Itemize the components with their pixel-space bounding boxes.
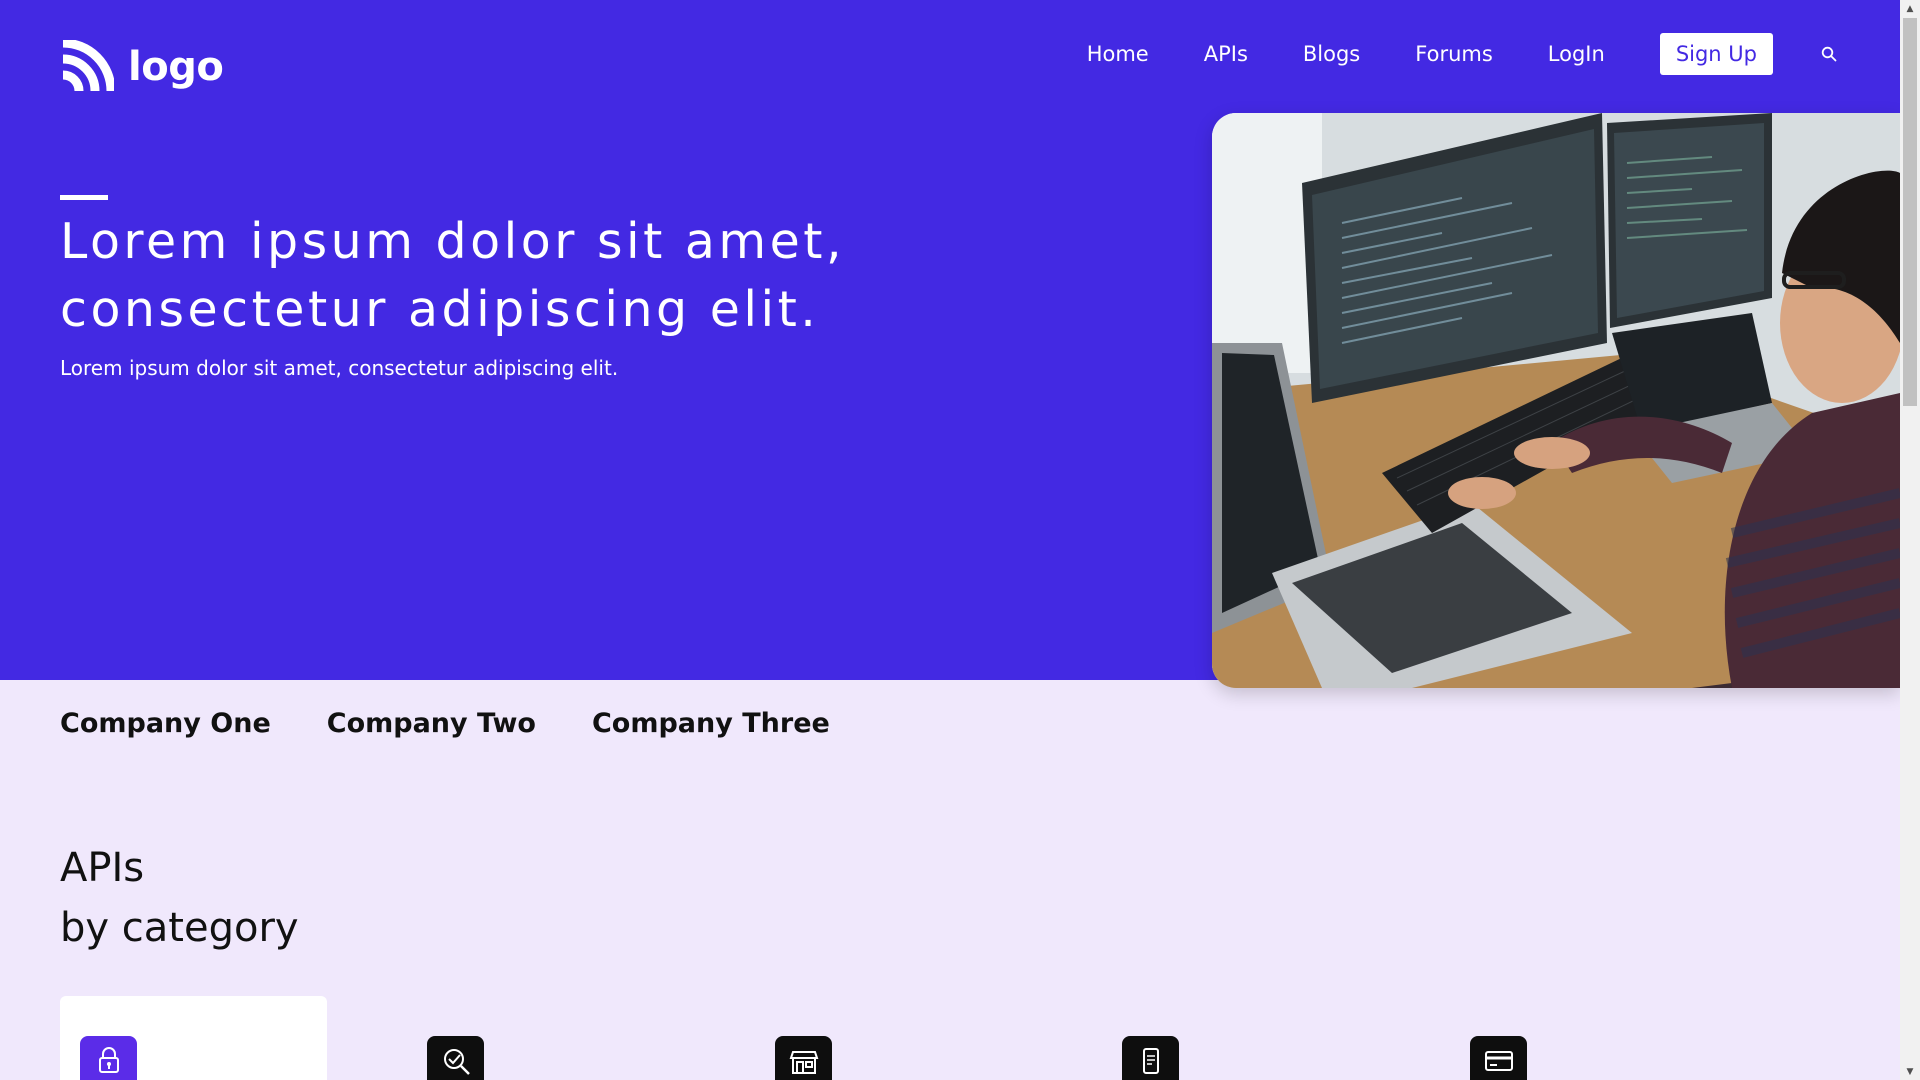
store-icon[interactable]	[775, 1036, 832, 1080]
company-one: Company One	[60, 708, 271, 739]
hero-title: Lorem ipsum dolor sit amet, consectetur …	[60, 208, 1060, 344]
apis-by-category-title: APIs by category	[60, 838, 299, 958]
lock-icon[interactable]	[80, 1036, 137, 1080]
hero-title-line-2: consectetur adipiscing elit.	[60, 281, 820, 338]
mobile-document-icon[interactable]	[1122, 1036, 1179, 1080]
nav-home[interactable]: Home	[1087, 42, 1149, 66]
scroll-up-arrow-icon[interactable]: ▲	[1900, 0, 1920, 17]
hero-photo-developer-at-computers	[1212, 113, 1900, 688]
page: logo Home APIs Blogs Forums LogIn Sign U…	[0, 0, 1920, 1080]
section-title-line-1: APIs	[60, 845, 145, 891]
logo-icon	[60, 40, 114, 94]
category-cards	[60, 996, 1920, 1080]
credit-card-icon[interactable]	[1470, 1036, 1527, 1080]
search-check-icon[interactable]	[427, 1036, 484, 1080]
company-two: Company Two	[326, 708, 536, 739]
logo[interactable]: logo	[60, 40, 224, 94]
logo-text: logo	[128, 44, 224, 90]
nav-blogs[interactable]: Blogs	[1303, 42, 1360, 66]
signup-button[interactable]: Sign Up	[1659, 33, 1773, 75]
main-nav: Home APIs Blogs Forums LogIn Sign Up	[1032, 33, 1840, 75]
scroll-down-arrow-icon[interactable]: ▼	[1900, 1063, 1920, 1080]
nav-login[interactable]: LogIn	[1548, 42, 1605, 66]
company-logos: Company One Company Two Company Three	[60, 708, 830, 739]
hero-title-line-1: Lorem ipsum dolor sit amet,	[60, 213, 846, 270]
scrollbar-thumb[interactable]	[1903, 18, 1917, 406]
nav-forums[interactable]: Forums	[1415, 42, 1493, 66]
hero-accent-line	[60, 195, 108, 200]
section-title-line-2: by category	[60, 905, 299, 951]
hero-subtitle: Lorem ipsum dolor sit amet, consectetur …	[60, 356, 619, 380]
search-icon[interactable]	[1818, 43, 1840, 65]
company-three: Company Three	[591, 708, 830, 739]
vertical-scrollbar[interactable]: ▲ ▼	[1900, 0, 1920, 1080]
nav-apis[interactable]: APIs	[1204, 42, 1248, 66]
